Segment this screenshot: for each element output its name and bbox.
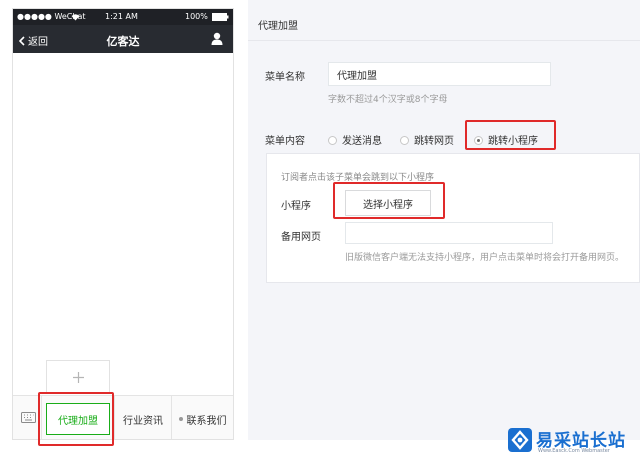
watermark-logo-icon [508, 428, 532, 452]
menu-editor-panel: 代理加盟 菜单名称 字数不超过4个汉字或8个字母 菜单内容 发送消息 跳转网页 … [248, 0, 640, 440]
menu-item-contact-us-label: 联系我们 [186, 415, 227, 427]
option-send-message-label: 发送消息 [342, 136, 382, 147]
radio-open-webpage[interactable] [400, 136, 409, 145]
option-open-webpage[interactable]: 跳转网页 [400, 132, 454, 147]
add-submenu-button[interactable] [46, 360, 110, 394]
chat-title: 亿客达 [106, 35, 140, 48]
backup-webpage-hint: 旧版微信客户端无法支持小程序，用户点击菜单时将会打开备用网页。 [345, 253, 625, 263]
menu-name-input[interactable] [328, 62, 551, 86]
radio-send-message[interactable] [328, 136, 337, 145]
watermark: 易采站长站 Www.Easck.Com Webmaster [508, 424, 640, 456]
plus-icon [72, 371, 84, 383]
phone-preview: ●●●●● WeChat 1:21 AM 100% 返回 亿客达 代理加盟 行业… [12, 8, 234, 440]
chat-nav-bar: 返回 亿客达 [13, 25, 233, 53]
menu-item-contact-us[interactable]: 联系我们 [172, 396, 233, 439]
menu-content-label: 菜单内容 [265, 136, 305, 147]
editor-title: 代理加盟 [258, 21, 298, 32]
watermark-subtext: Www.Easck.Com Webmaster [538, 448, 610, 454]
status-time: 1:21 AM [105, 12, 138, 21]
highlight-miniprogram-option [465, 120, 556, 150]
editor-divider [248, 40, 640, 41]
profile-icon[interactable] [211, 32, 223, 45]
battery-icon [212, 13, 229, 21]
wifi-icon [71, 14, 80, 21]
status-bar: ●●●●● WeChat 1:21 AM 100% [13, 9, 233, 25]
keyboard-icon[interactable] [21, 412, 36, 423]
option-open-webpage-label: 跳转网页 [414, 136, 454, 147]
option-send-message[interactable]: 发送消息 [328, 132, 382, 147]
miniprogram-label: 小程序 [281, 201, 311, 212]
status-battery-percent: 100% [185, 12, 208, 21]
menu-name-label: 菜单名称 [265, 72, 305, 83]
highlight-choose-button [333, 182, 445, 219]
submenu-dot-icon [178, 417, 183, 421]
miniprogram-settings-panel: 订阅者点击该子菜单会跳到以下小程序 小程序 选择小程序 备用网页 旧版微信客户端… [266, 153, 640, 283]
menu-name-hint: 字数不超过4个汉字或8个字母 [328, 95, 448, 105]
backup-webpage-input[interactable] [345, 222, 553, 244]
menu-item-industry-news[interactable]: 行业资讯 [115, 396, 171, 439]
backup-webpage-label: 备用网页 [281, 232, 321, 243]
highlight-active-menu [38, 392, 114, 446]
